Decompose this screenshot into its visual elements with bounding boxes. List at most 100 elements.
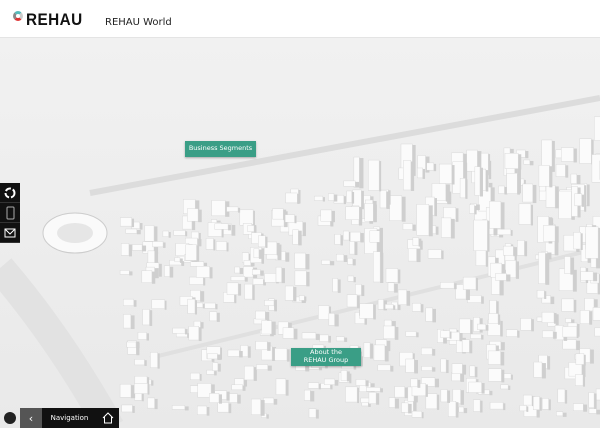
building [498, 185, 508, 195]
building [427, 249, 444, 260]
building [349, 231, 364, 243]
building [489, 402, 506, 411]
building [226, 282, 242, 296]
building [405, 331, 419, 338]
building [543, 225, 559, 243]
rehau-circle-icon[interactable] [0, 183, 20, 203]
building [275, 378, 289, 396]
building [346, 190, 355, 204]
bottom-navigation: ‹ Navigation [20, 408, 119, 428]
building [405, 358, 419, 374]
building [227, 349, 243, 358]
building [402, 223, 416, 231]
building [557, 388, 568, 404]
building [403, 160, 415, 191]
rehau-logo[interactable]: REHAU [13, 9, 89, 31]
building [319, 334, 331, 343]
building [520, 318, 534, 332]
building [440, 389, 451, 403]
building [533, 361, 546, 379]
building [541, 398, 551, 411]
building [536, 290, 547, 300]
building [565, 318, 575, 324]
building [580, 271, 598, 282]
building [206, 369, 217, 376]
building [119, 383, 136, 399]
building [189, 276, 206, 286]
chevron-left-icon[interactable]: ‹ [20, 408, 42, 428]
building [401, 402, 412, 414]
building [142, 309, 153, 326]
building [307, 382, 321, 390]
building [555, 164, 569, 178]
building [500, 384, 511, 390]
building [410, 378, 421, 388]
building [461, 339, 473, 354]
building [226, 206, 241, 213]
building [298, 295, 307, 302]
building [594, 116, 600, 141]
building [473, 219, 490, 252]
building [412, 302, 424, 313]
building [328, 193, 338, 202]
building [421, 366, 436, 372]
building [441, 217, 455, 239]
building [421, 347, 436, 356]
building [369, 230, 383, 244]
building [595, 388, 600, 401]
building [579, 138, 594, 165]
mobile-phone-icon[interactable] [0, 203, 20, 223]
building [459, 178, 468, 199]
building [440, 282, 457, 290]
building [459, 318, 473, 335]
about-rehau-group-button[interactable]: About the REHAU Group [291, 348, 361, 366]
building [562, 326, 579, 339]
navigation-button[interactable]: Navigation [42, 408, 97, 428]
building [523, 159, 534, 166]
building [255, 341, 271, 351]
building [185, 244, 200, 262]
building [187, 298, 197, 315]
building [173, 230, 188, 237]
building [541, 311, 557, 324]
building [538, 165, 553, 188]
building [385, 268, 401, 284]
building [495, 273, 511, 282]
building [440, 330, 452, 339]
building [244, 365, 257, 381]
building [205, 238, 216, 251]
building [247, 225, 257, 233]
building [123, 298, 137, 307]
home-icon[interactable] [97, 408, 119, 428]
logo-text: REHAU [26, 10, 83, 29]
header: REHAU REHAU World [0, 0, 600, 38]
building [579, 310, 593, 325]
building [412, 237, 422, 247]
building [209, 311, 220, 322]
building [458, 406, 468, 414]
road [0, 258, 124, 428]
building [328, 313, 339, 327]
building [379, 190, 390, 209]
building [389, 195, 406, 222]
city-map-3d[interactable] [0, 38, 600, 428]
building [564, 256, 575, 275]
building [451, 363, 467, 375]
building [261, 320, 276, 336]
building [141, 270, 156, 284]
building [488, 368, 505, 383]
mail-icon[interactable] [0, 223, 20, 243]
building [397, 289, 411, 306]
page-title: REHAU World [105, 17, 172, 28]
building [234, 266, 244, 275]
building [119, 270, 133, 276]
building [561, 298, 577, 313]
building [274, 348, 290, 362]
building [489, 201, 505, 230]
building [215, 241, 229, 252]
cookie-icon[interactable] [4, 412, 16, 424]
business-segments-button[interactable]: Business Segments [185, 141, 256, 157]
building [252, 278, 266, 286]
building [320, 209, 335, 223]
building [439, 163, 455, 185]
